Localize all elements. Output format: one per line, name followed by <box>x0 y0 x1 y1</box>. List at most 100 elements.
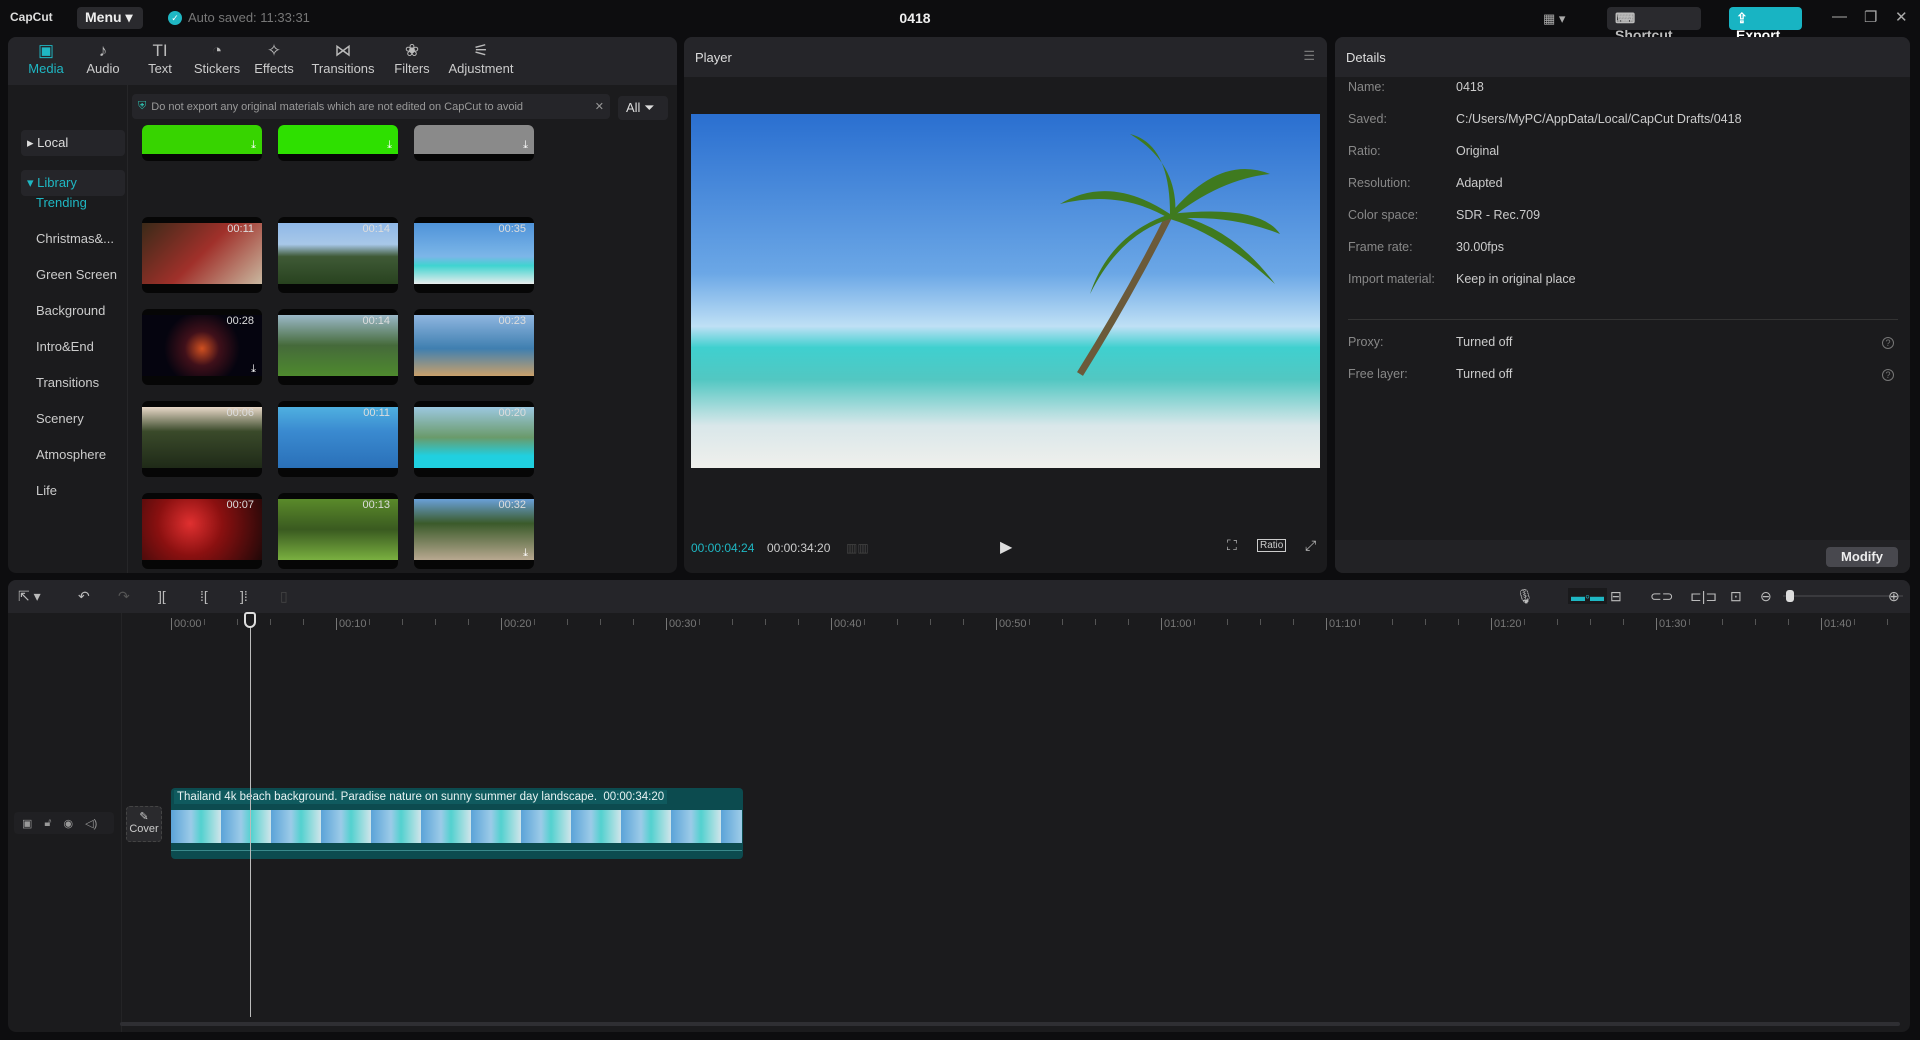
sidebar-library[interactable]: ▾ Library <box>21 170 125 196</box>
cover-button[interactable]: ✎ Cover <box>126 806 162 842</box>
track-header-divider <box>121 613 122 1032</box>
ruler-minor-tick <box>237 619 238 625</box>
microphone-icon[interactable]: 🎙 <box>1516 588 1534 605</box>
media-thumbnail[interactable]: 00:06 <box>142 401 262 477</box>
split-icon[interactable]: ][ <box>158 588 166 604</box>
download-icon[interactable]: ⤓ <box>251 363 256 376</box>
media-thumbnail[interactable]: 00:11 <box>142 217 262 293</box>
media-thumbnail[interactable]: ⤓ <box>278 125 398 161</box>
delete-icon[interactable]: ▯ <box>280 588 288 605</box>
preview-axis-icon[interactable]: ⊏|⊐ <box>1690 588 1717 605</box>
media-thumbnail[interactable]: 00:14 <box>278 309 398 385</box>
screenshot-icon[interactable]: ⛶ <box>1227 537 1237 554</box>
ruler-tick-label: 01:40 <box>1821 618 1852 630</box>
select-tool-icon[interactable]: ⇱ ▾ <box>18 588 41 605</box>
media-thumbnail[interactable]: 00:20 <box>414 401 534 477</box>
zoom-slider-handle[interactable] <box>1786 590 1794 602</box>
ruler-minor-tick <box>1590 619 1591 625</box>
redo-icon[interactable]: ↷ <box>118 588 130 605</box>
zoom-in-icon[interactable]: ⊕ <box>1888 588 1900 605</box>
download-icon[interactable]: ⤓ <box>251 139 256 152</box>
download-icon[interactable]: ⤓ <box>523 547 528 560</box>
restore-icon[interactable]: ❐ <box>1864 8 1877 26</box>
text-icon: TI <box>152 41 168 60</box>
media-thumbnail[interactable]: 00:28 ⤓ <box>142 309 262 385</box>
zoom-slider[interactable] <box>1783 595 1903 597</box>
media-thumbnail[interactable]: ⤓ <box>142 125 262 161</box>
delete-right-icon[interactable]: ]⁞ <box>240 588 248 604</box>
fullscreen-icon[interactable]: ⤢ <box>1305 537 1316 554</box>
ruler-minor-tick <box>1128 619 1129 625</box>
detail-value: C:/Users/MyPC/AppData/Local/CapCut Draft… <box>1456 112 1742 126</box>
media-thumbnail[interactable]: 00:13 <box>278 493 398 569</box>
lock-icon[interactable]: 🔓︎ <box>44 817 51 830</box>
media-thumbnail[interactable]: 00:07 <box>142 493 262 569</box>
tab-text[interactable]: TI Text <box>132 37 188 85</box>
zoom-fit-icon[interactable]: ⊡ <box>1730 588 1742 605</box>
playhead[interactable] <box>250 612 252 1017</box>
minimize-icon[interactable]: — <box>1832 8 1847 25</box>
download-icon[interactable]: ⤓ <box>523 139 528 152</box>
tab-transitions[interactable]: ⋈ Transitions <box>303 37 383 85</box>
menu-icon[interactable]: ☰ <box>1303 48 1315 64</box>
cover-label: Cover <box>129 823 159 835</box>
speaker-icon[interactable]: ◁) <box>85 817 97 830</box>
tab-filters[interactable]: ❀ Filters <box>384 37 440 85</box>
ruler-minor-tick <box>1887 619 1888 625</box>
eye-icon[interactable]: ◉ <box>64 817 74 830</box>
auto-snap-icon[interactable]: ⊟ <box>1610 588 1622 605</box>
tab-stickers[interactable]: ◔ Stickers <box>189 37 245 85</box>
zoom-out-icon[interactable]: ⊖ <box>1760 588 1772 605</box>
main-track-magnet-icon[interactable]: ▬◦▬ <box>1568 588 1607 604</box>
sidebar-item-background[interactable]: Background <box>36 303 105 318</box>
sidebar-item-green-screen[interactable]: Green Screen <box>36 267 117 282</box>
modify-button[interactable]: Modify <box>1826 547 1898 567</box>
sidebar-local[interactable]: ▸ Local <box>21 130 125 156</box>
help-icon[interactable]: ? <box>1882 337 1894 349</box>
sidebar-item-scenery[interactable]: Scenery <box>36 411 84 426</box>
media-thumbnail[interactable]: 00:32 ⤓ <box>414 493 534 569</box>
ruler-minor-tick <box>1425 619 1426 625</box>
layout-icon[interactable]: ▦ ▾ <box>1543 11 1565 27</box>
tab-effects[interactable]: ✧ Effects <box>246 37 302 85</box>
undo-icon[interactable]: ↶ <box>78 588 90 605</box>
export-button[interactable]: ⇪ Export <box>1729 7 1802 43</box>
transitions-icon: ⋈ <box>334 41 352 60</box>
video-preview[interactable] <box>691 114 1320 468</box>
playhead-handle[interactable] <box>244 612 257 628</box>
delete-left-icon[interactable]: ⁞[ <box>200 588 208 604</box>
ratio-button[interactable]: Ratio <box>1257 539 1287 552</box>
sidebar-item-life[interactable]: Life <box>36 483 57 498</box>
link-icon[interactable]: ⊂⊃ <box>1650 588 1673 605</box>
sidebar-item-transitions[interactable]: Transitions <box>36 375 99 390</box>
close-icon[interactable]: ✕ <box>1895 8 1908 26</box>
play-button[interactable]: ▶ <box>1000 537 1012 557</box>
detail-row: Import material: Keep in original place <box>1348 272 1576 286</box>
sidebar-item-christmas-[interactable]: Christmas&... <box>36 231 114 246</box>
media-thumbnail[interactable]: 00:14 <box>278 217 398 293</box>
tab-label: Transitions <box>311 61 375 76</box>
tab-adjustment[interactable]: ⚟ Adjustment <box>441 37 521 85</box>
timeline-scrollbar[interactable] <box>120 1022 1900 1026</box>
sidebar-item-intro-end[interactable]: Intro&End <box>36 339 94 354</box>
shortcut-button[interactable]: ⌨ Shortcut <box>1607 7 1701 43</box>
duration-label: 00:28 <box>226 315 254 327</box>
sidebar-item-trending[interactable]: Trending <box>36 195 87 210</box>
help-icon[interactable]: ? <box>1882 369 1894 381</box>
duration-label: 00:14 <box>362 223 390 235</box>
media-thumbnail[interactable]: 00:35 <box>414 217 534 293</box>
track-icon[interactable]: ▣ <box>22 817 32 830</box>
media-thumbnail[interactable]: ⤓ <box>414 125 534 161</box>
download-icon[interactable]: ⤓ <box>387 139 392 152</box>
filter-button[interactable]: All ⏷ <box>618 96 668 120</box>
tab-media[interactable]: ▣ Media <box>18 37 74 85</box>
sidebar-item-atmosphere[interactable]: Atmosphere <box>36 447 106 462</box>
duration-label: 00:14 <box>362 315 390 327</box>
close-notice-icon[interactable]: ✕ <box>595 100 604 113</box>
ruler-tick-label: 00:40 <box>831 618 862 630</box>
video-clip[interactable]: Thailand 4k beach background. Paradise n… <box>171 788 744 859</box>
clip-thumbnails <box>171 810 742 843</box>
media-thumbnail[interactable]: 00:23 <box>414 309 534 385</box>
media-thumbnail[interactable]: 00:11 <box>278 401 398 477</box>
tab-audio[interactable]: ♪ Audio <box>75 37 131 85</box>
